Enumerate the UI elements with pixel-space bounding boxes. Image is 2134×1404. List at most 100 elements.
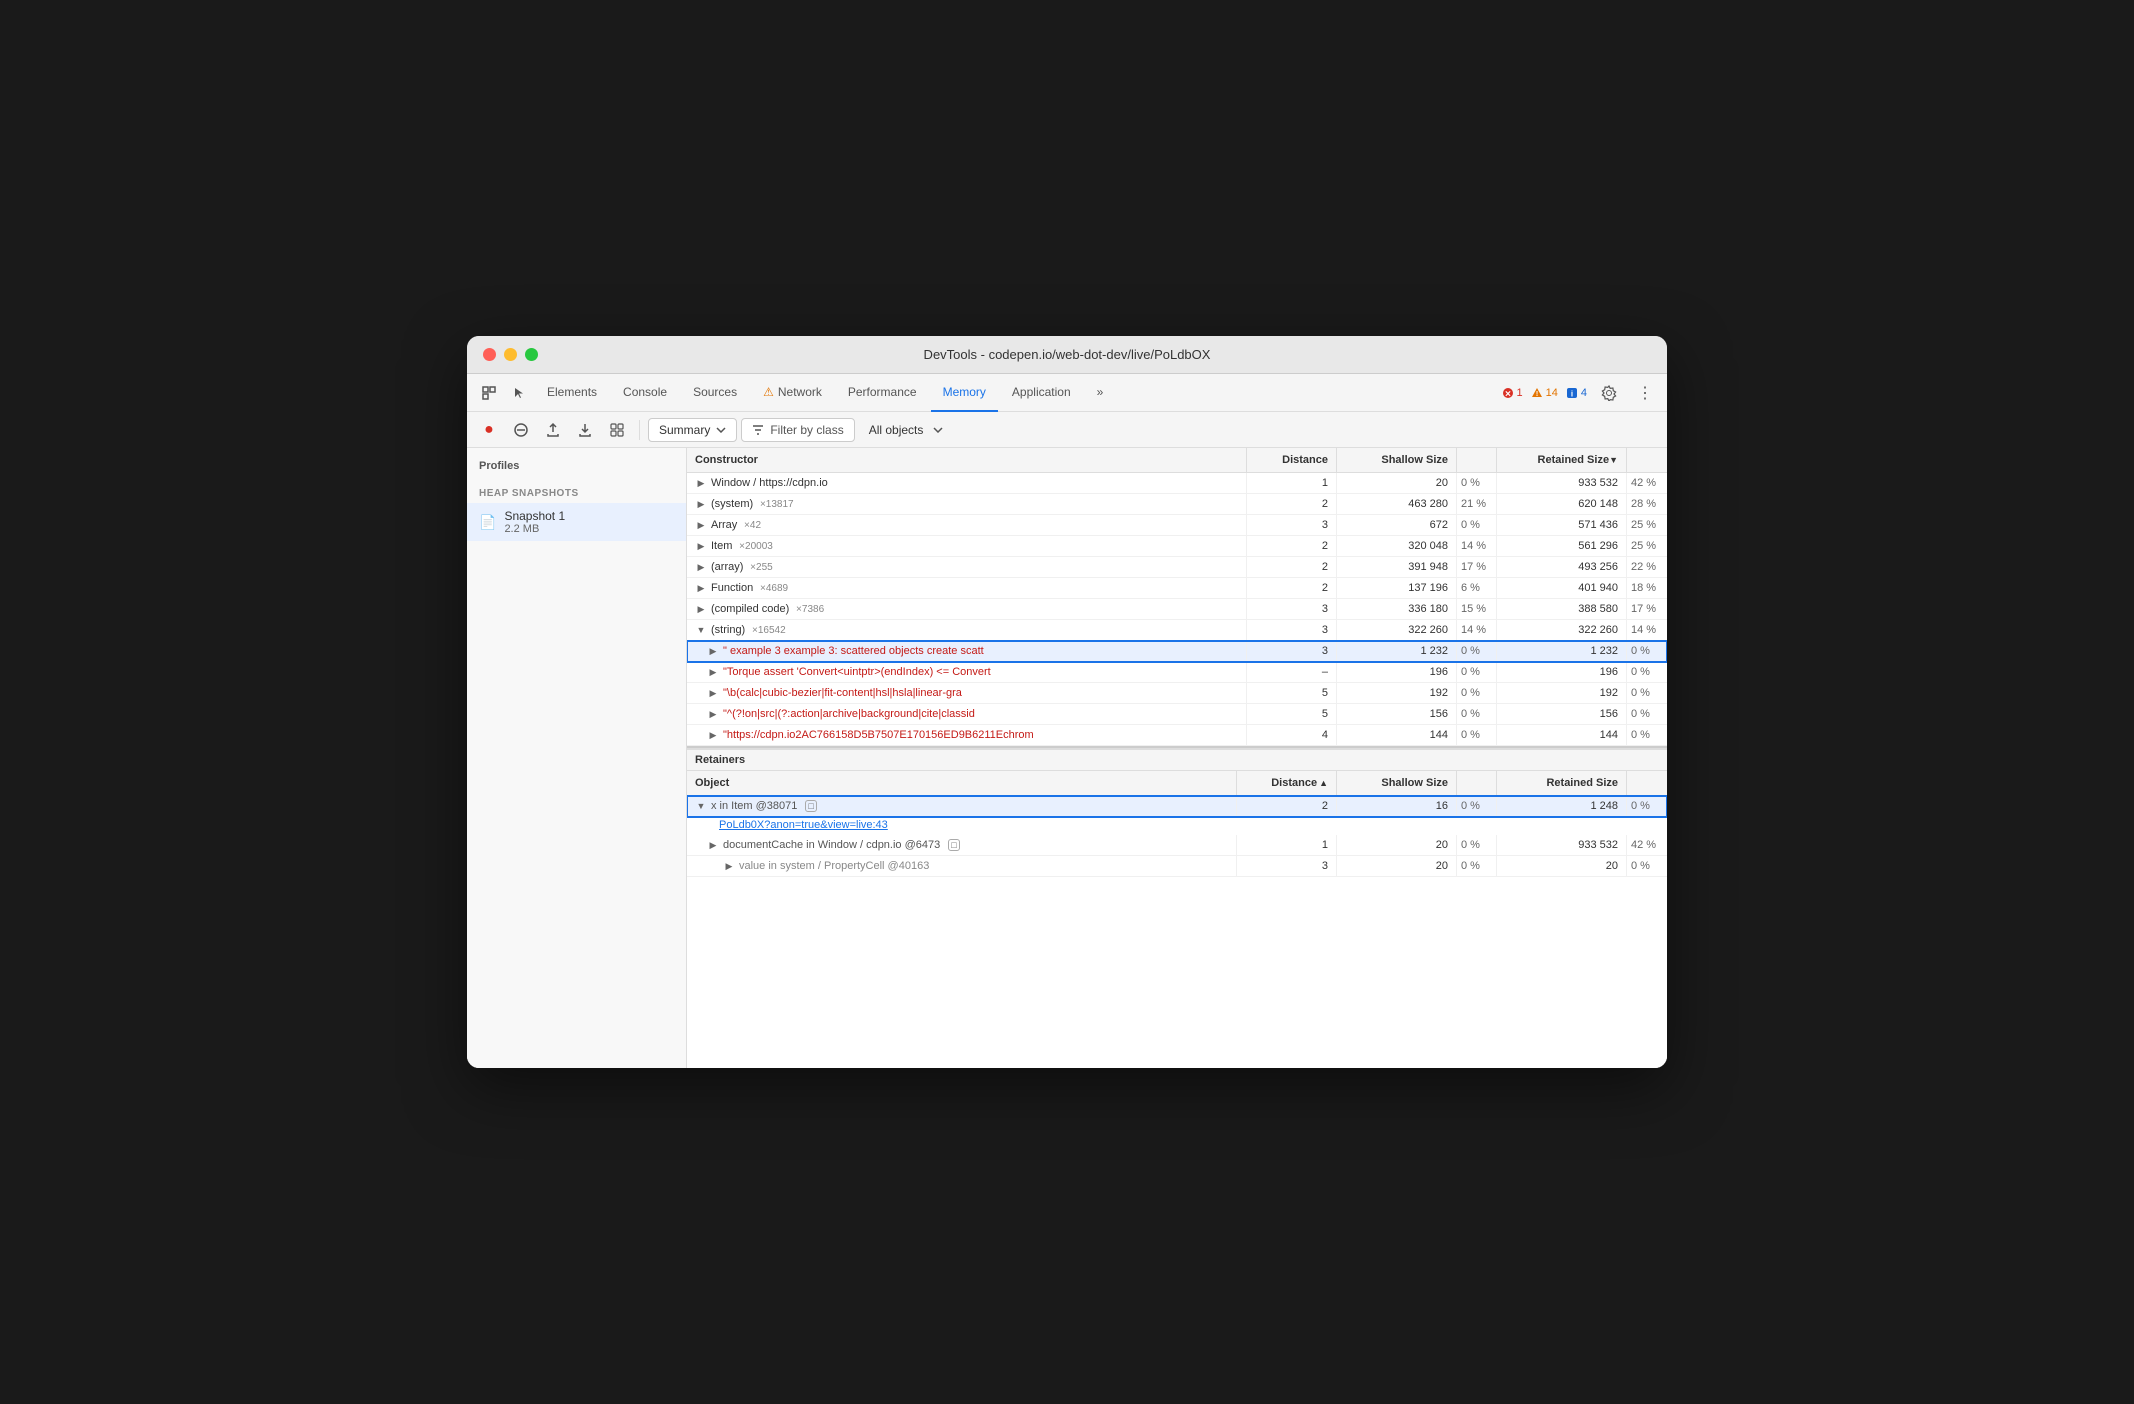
td-retained-pct: 28 % (1627, 494, 1667, 514)
table-row[interactable]: ▶ Array ×42 3 672 0 % 571 436 25 % (687, 515, 1667, 536)
snapshot-item[interactable]: 📄 Snapshot 1 2.2 MB (467, 503, 686, 541)
expand-icon[interactable]: ▶ (707, 687, 719, 699)
table-row-selected[interactable]: ▶ " example 3 example 3: scattered objec… (687, 641, 1667, 662)
table-row[interactable]: ▶ (array) ×255 2 391 948 17 % 493 256 22… (687, 557, 1667, 578)
td-retained-size: 571 436 (1497, 515, 1627, 535)
retainer-row[interactable]: ▶ documentCache in Window / cdpn.io @647… (687, 835, 1667, 856)
cursor-icon[interactable] (505, 379, 533, 407)
minimize-button[interactable] (504, 348, 517, 361)
table-row[interactable]: ▶ Window / https://cdpn.io 1 20 0 % 933 … (687, 473, 1667, 494)
td-constructor: ▶ Item ×20003 (687, 536, 1247, 556)
td-shallow-size: 1 232 (1337, 641, 1457, 661)
table-row[interactable]: ▶ (compiled code) ×7386 3 336 180 15 % 3… (687, 599, 1667, 620)
summary-dropdown[interactable]: Summary (648, 418, 737, 442)
expand-icon[interactable]: ▶ (695, 603, 707, 615)
td-retained-size: 493 256 (1497, 557, 1627, 577)
th-distance: Distance (1247, 448, 1337, 472)
close-button[interactable] (483, 348, 496, 361)
sidebar: Profiles HEAP SNAPSHOTS 📄 Snapshot 1 2.2… (467, 448, 687, 1068)
expand-icon[interactable]: ▶ (695, 477, 707, 489)
expand-icon[interactable]: ▶ (707, 666, 719, 678)
expand-icon[interactable]: ▶ (695, 582, 707, 594)
filter-class-button[interactable]: Filter by class (741, 418, 854, 442)
td-shallow-pct: 17 % (1457, 557, 1497, 577)
retainer-link[interactable]: PoLdb0X?anon=true&view=live:43 (719, 819, 888, 831)
maximize-button[interactable] (525, 348, 538, 361)
td-distance: 2 (1247, 536, 1337, 556)
td-shallow-size: 320 048 (1337, 536, 1457, 556)
rtd-distance: 1 (1237, 835, 1337, 855)
expand-icon[interactable]: ▶ (723, 860, 735, 872)
td-distance: 5 (1247, 704, 1337, 724)
td-retained-size: 401 940 (1497, 578, 1627, 598)
info-badge[interactable]: i 4 (1566, 387, 1587, 399)
expand-icon[interactable]: ▶ (707, 645, 719, 657)
td-shallow-size: 672 (1337, 515, 1457, 535)
td-constructor: ▶ Window / https://cdpn.io (687, 473, 1247, 493)
table-row[interactable]: ▶ Item ×20003 2 320 048 14 % 561 296 25 … (687, 536, 1667, 557)
table-row[interactable]: ▶ "\b(calc|cubic-bezier|fit-content|hsl|… (687, 683, 1667, 704)
tab-performance[interactable]: Performance (836, 374, 929, 412)
rtd-distance: 3 (1237, 856, 1337, 876)
warning-badge[interactable]: ! 14 (1531, 387, 1558, 399)
expand-icon[interactable]: ▼ (695, 624, 707, 636)
td-retained-pct: 25 % (1627, 536, 1667, 556)
rtd-shallow: 20 (1337, 856, 1457, 876)
expand-icon[interactable]: ▶ (695, 519, 707, 531)
table-row[interactable]: ▶ (system) ×13817 2 463 280 21 % 620 148… (687, 494, 1667, 515)
td-shallow-pct: 0 % (1457, 515, 1497, 535)
td-retained-pct: 0 % (1627, 704, 1667, 724)
expand-icon[interactable]: ▶ (707, 708, 719, 720)
tab-network[interactable]: ⚠ Network (751, 374, 834, 412)
td-retained-pct: 0 % (1627, 641, 1667, 661)
retainer-link-row: PoLdb0X?anon=true&view=live:43 (687, 817, 1667, 835)
td-retained-pct: 0 % (1627, 683, 1667, 703)
tab-elements[interactable]: Elements (535, 374, 609, 412)
snapshot-name: Snapshot 1 (504, 509, 565, 523)
td-retained-pct: 14 % (1627, 620, 1667, 640)
td-retained-size: 192 (1497, 683, 1627, 703)
settings-icon[interactable] (1595, 379, 1623, 407)
tab-sources[interactable]: Sources (681, 374, 749, 412)
table-row[interactable]: ▼ (string) ×16542 3 322 260 14 % 322 260… (687, 620, 1667, 641)
tab-application[interactable]: Application (1000, 374, 1083, 412)
td-distance: 3 (1247, 641, 1337, 661)
expand-icon[interactable]: ▼ (695, 800, 707, 812)
expand-icon[interactable]: ▶ (707, 839, 719, 851)
tab-memory[interactable]: Memory (931, 374, 998, 412)
tab-more[interactable]: » (1085, 374, 1116, 412)
td-shallow-pct: 0 % (1457, 662, 1497, 682)
expand-icon[interactable]: ▶ (695, 561, 707, 573)
rtd-object: ▼ x in Item @38071 □ (687, 796, 1237, 816)
svg-text:✕: ✕ (1504, 389, 1511, 398)
th-retained-pct (1627, 448, 1667, 472)
table-row[interactable]: ▶ Function ×4689 2 137 196 6 % 401 940 1… (687, 578, 1667, 599)
retainer-row-selected[interactable]: ▼ x in Item @38071 □ 2 16 0 % 1 248 0 % (687, 796, 1667, 817)
rth-retained: Retained Size (1497, 771, 1627, 795)
all-objects-dropdown[interactable]: All objects (859, 419, 954, 441)
table-row[interactable]: ▶ "https://cdpn.io2AC766158D5B7507E17015… (687, 725, 1667, 746)
toolbar: ● Summary Filter by class All objects (467, 412, 1667, 448)
upload-button[interactable] (539, 416, 567, 444)
td-constructor: ▶ (system) ×13817 (687, 494, 1247, 514)
table-row[interactable]: ▶ "Torque assert 'Convert<uintptr>(endIn… (687, 662, 1667, 683)
td-shallow-size: 196 (1337, 662, 1457, 682)
collect-button[interactable] (603, 416, 631, 444)
td-retained-size: 322 260 (1497, 620, 1627, 640)
clear-button[interactable] (507, 416, 535, 444)
more-options-icon[interactable]: ⋮ (1631, 379, 1659, 407)
inspector-icon[interactable] (475, 379, 503, 407)
record-button[interactable]: ● (475, 416, 503, 444)
expand-icon[interactable]: ▶ (695, 540, 707, 552)
tab-console[interactable]: Console (611, 374, 679, 412)
table-row[interactable]: ▶ "^(?!on|src|(?:action|archive|backgrou… (687, 704, 1667, 725)
td-shallow-size: 192 (1337, 683, 1457, 703)
expand-icon[interactable]: ▶ (695, 498, 707, 510)
td-retained-size: 388 580 (1497, 599, 1627, 619)
download-button[interactable] (571, 416, 599, 444)
retainer-row[interactable]: ▶ value in system / PropertyCell @40163 … (687, 856, 1667, 877)
retainers-header: Retainers (687, 748, 1667, 771)
rtd-object: ▶ documentCache in Window / cdpn.io @647… (687, 835, 1237, 855)
expand-icon[interactable]: ▶ (707, 729, 719, 741)
error-badge[interactable]: ✕ 1 (1502, 387, 1523, 399)
